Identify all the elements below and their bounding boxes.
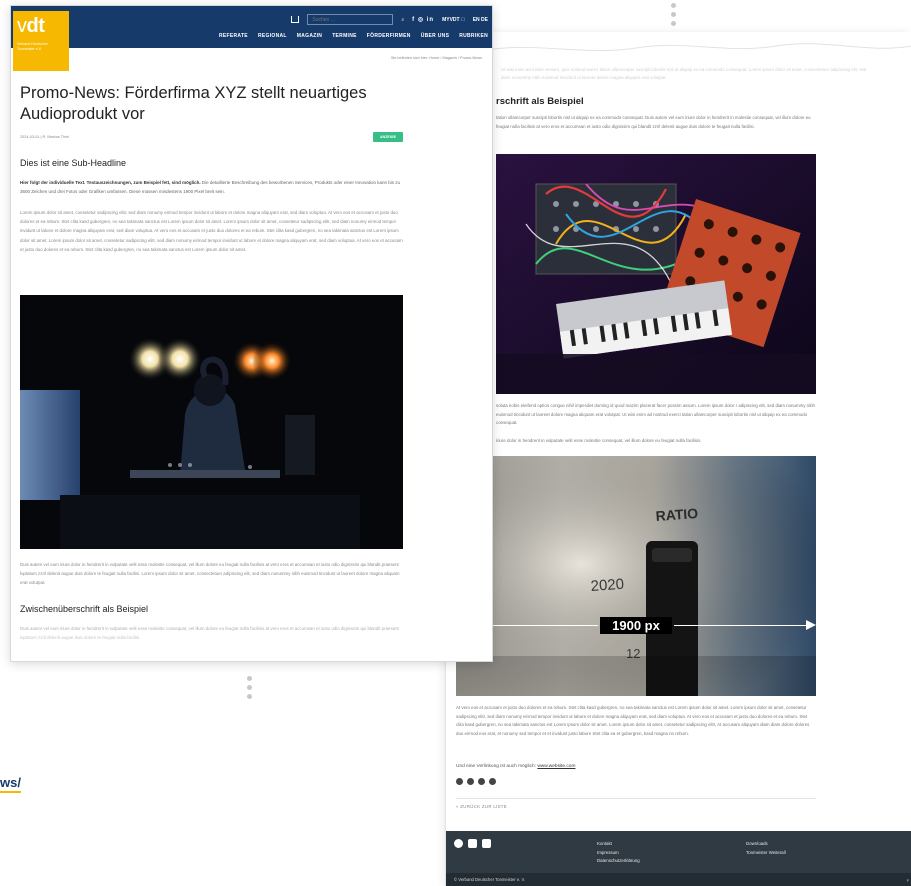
concert-illustration (20, 295, 403, 549)
copyright-bar: © Verband Deutscher Tonmeister e. V. (446, 873, 911, 886)
social-links[interactable]: f ◎ in (412, 16, 434, 23)
twitter-share-icon[interactable] (467, 778, 474, 785)
dimension-label: 1900 px (600, 617, 672, 634)
closing-paragraph: At vero eos et accusam et justo duo dolo… (456, 705, 810, 736)
screenshot-stage: ws/ Ut wisi enim ad minim veniam, quis n… (0, 0, 911, 886)
article-page-top: ⌕ f ◎ in MYVDT ⃝ EN DE REFERATE REGIONAL… (10, 5, 493, 662)
link-prefix: Und eine Verlinkung ist auch möglich: (456, 764, 538, 769)
footer-column-1: Kontakt Impressum Datenschutzerklärung (597, 840, 640, 866)
torn-edge (446, 32, 911, 52)
menu-item-ueber-uns[interactable]: ÜBER UNS (421, 33, 450, 39)
faded-paragraph: Ut wisi enim ad minim veniam, quis nostr… (501, 67, 867, 80)
arrow-right-icon (806, 620, 816, 630)
instagram-icon[interactable] (468, 839, 477, 848)
article-page-bottom: Ut wisi enim ad minim veniam, quis nostr… (445, 32, 911, 886)
page-title: Promo-News: Förderfirma XYZ stellt neuar… (20, 84, 367, 123)
intermediate-heading: Zwischenüberschrift als Beispiel (20, 604, 149, 614)
footer-link-kontakt[interactable]: Kontakt (597, 840, 640, 849)
footer-socials (454, 839, 491, 848)
ratio-text: RATIO (655, 505, 699, 524)
site-footer: Kontakt Impressum Datenschutzerklärung D… (446, 831, 911, 873)
menu-item-foerderfirmen[interactable]: FÖRDERFIRMEN (367, 33, 411, 39)
sub-headline: Dies ist eine Sub-Headline (20, 158, 127, 168)
ad-badge: ANZEIGE (373, 132, 403, 142)
menu-item-referate[interactable]: REFERATE (219, 33, 248, 39)
search-icon[interactable]: ⌕ (401, 17, 404, 23)
page-fade-out (11, 627, 492, 661)
link-line: Und eine Verlinkung ist auch möglich: ww… (456, 764, 575, 769)
pinterest-share-icon[interactable] (478, 778, 485, 785)
myvdt-link[interactable]: MYVDT ⃝ (442, 17, 465, 23)
paragraph-3: iriure dolor in hendrerit in vulputate v… (496, 438, 702, 443)
paragraph-1: tation ullamcorper suscipit lobortis nis… (496, 115, 811, 129)
breadcrumb[interactable]: Sie befinden sich hier: Home / Magazin /… (391, 56, 482, 60)
menu-item-magazin[interactable]: MAGAZIN (297, 33, 322, 39)
logo-subtitle: Verband Deutscher Tonmeister e.V. (17, 42, 48, 51)
language-switch[interactable]: EN DE (473, 17, 488, 23)
menu-item-termine[interactable]: TERMINE (332, 33, 357, 39)
body-paragraph-1: Lorem ipsum dolor sit amet, consetetur s… (20, 210, 403, 252)
linkedin-share-icon[interactable] (489, 778, 496, 785)
section-heading-cut: rschrift als Beispiel (496, 96, 584, 107)
footer-column-2: Downloads Tonmeister Weiterall (746, 840, 786, 857)
linkedin-icon[interactable] (482, 839, 491, 848)
ratio-knob-photo: RATIO 2020 12 (456, 456, 816, 696)
ratio-knob-illustration: RATIO 2020 12 (456, 456, 816, 696)
facebook-share-icon[interactable] (456, 778, 463, 785)
share-icons (456, 778, 496, 785)
site-navigation: ⌕ f ◎ in MYVDT ⃝ EN DE REFERATE REGIONAL… (11, 6, 492, 48)
footer-link-datenschutz[interactable]: Datenschutzerklärung (597, 857, 640, 866)
continuation-dots-top (671, 3, 676, 26)
main-menu: REFERATE REGIONAL MAGAZIN TERMINE FÖRDER… (219, 33, 488, 39)
logo-wordmark: vdt (17, 15, 45, 37)
body-paragraph-2: Duis autem vel eum iriure dolor in hendr… (20, 562, 400, 586)
dimension-line-right (674, 625, 808, 626)
paragraph-2: soluta nobis eleifend option congue nihi… (496, 403, 815, 425)
home-icon[interactable] (291, 16, 300, 23)
footer-link-downloads[interactable]: Downloads (746, 840, 786, 849)
footer-link-weiterall[interactable]: Tonmeister Weiterall (746, 849, 786, 858)
lead-paragraph: Hier folgt der individuelle Text. Textau… (20, 180, 400, 194)
scroll-down-icon[interactable]: ▾ (906, 878, 909, 884)
facebook-icon[interactable] (454, 839, 463, 848)
search-input[interactable] (307, 14, 394, 25)
concert-photo (20, 295, 403, 549)
url-fragment: ws/ (0, 775, 21, 793)
vdt-logo[interactable]: vdt Verband Deutscher Tonmeister e.V. (13, 11, 69, 71)
divider (456, 798, 816, 799)
year-text: 2020 (590, 576, 624, 595)
synthesizer-photo (496, 154, 816, 394)
menu-item-rubriken[interactable]: RUBRIKEN (459, 33, 488, 39)
nav-utility-bar: ⌕ f ◎ in MYVDT ⃝ EN DE (291, 14, 488, 25)
continuation-dots-bottom (247, 676, 252, 699)
synthesizer-illustration (496, 154, 816, 394)
footer-link-impressum[interactable]: Impressum (597, 849, 640, 858)
menu-item-regional[interactable]: REGIONAL (258, 33, 287, 39)
article-meta: 2024-03-01 | R. Markus Thiel (20, 135, 70, 139)
back-to-list-link[interactable]: « ZURÜCK ZUR LISTE (456, 804, 507, 809)
website-link[interactable]: www.website.com (537, 764, 575, 769)
